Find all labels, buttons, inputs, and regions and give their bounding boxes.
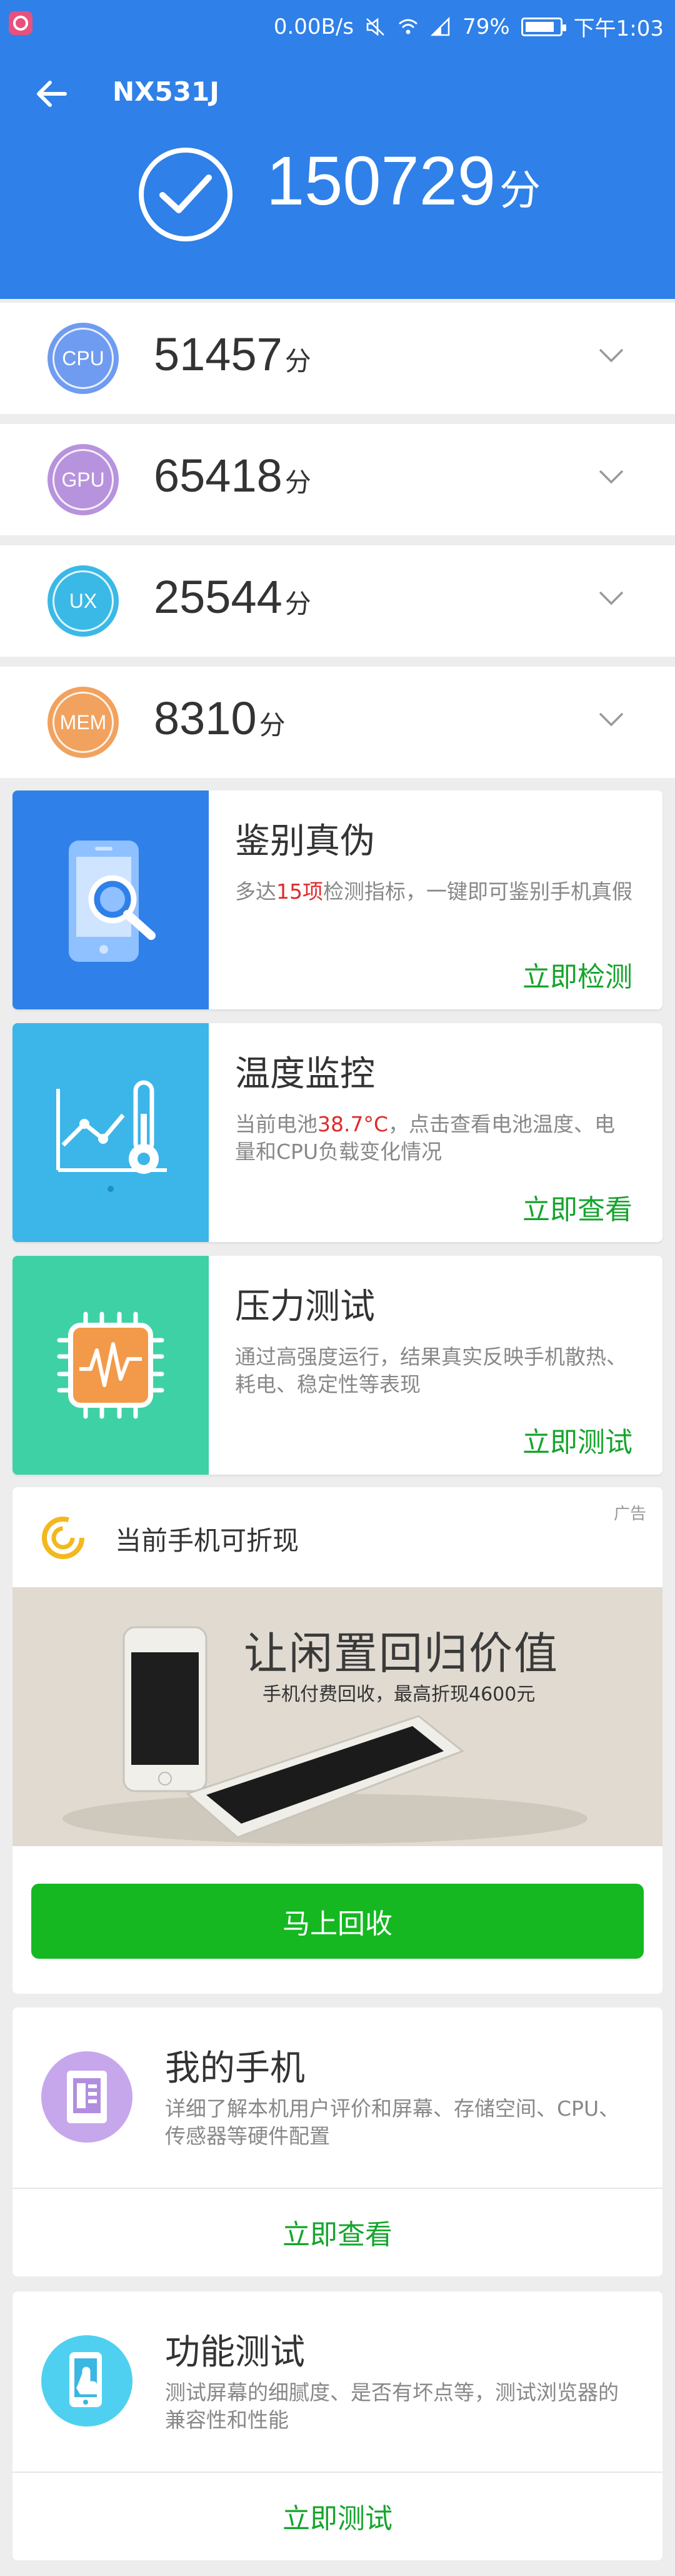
- ux-badge: UX: [48, 565, 119, 637]
- feature-card-stress[interactable]: 压力测试 通过高强度运行，结果真实反映手机散热、耗电、稳定性等表现 立即测试: [12, 1256, 662, 1475]
- back-arrow-icon: [37, 81, 67, 107]
- header: 0.00B/s 79% 下午1:03 NX531J 150729分: [0, 0, 675, 299]
- cpu-badge-label: CPU: [52, 328, 114, 389]
- feature-desc-text: 多达: [235, 879, 276, 904]
- feature-description: 通过高强度运行，结果真实反映手机散热、耗电、稳定性等表现: [235, 1343, 635, 1398]
- ux-score: 25544分: [154, 570, 311, 624]
- total-score-unit: 分: [499, 167, 541, 213]
- total-score: 150729分: [266, 141, 541, 221]
- clock: 下午1:03: [573, 16, 664, 41]
- feature-desc-text: 通过高强度运行，结果真实反映手机散热、耗电、稳定性等表现: [235, 1345, 627, 1397]
- check-circle-icon: [139, 148, 232, 241]
- cpu-score: 51457分: [154, 328, 311, 381]
- status-bar: 0.00B/s 79% 下午1:03: [0, 0, 675, 49]
- test-now-link[interactable]: 立即测试: [522, 1420, 632, 1460]
- info-description: 详细了解本机用户评价和屏幕、存储空间、CPU、传感器等硬件配置: [165, 2096, 620, 2148]
- score-row-cpu[interactable]: CPU 51457分: [0, 303, 675, 414]
- total-score-value: 150729: [266, 143, 496, 220]
- feature-description: 多达15项检测指标，一键即可鉴别手机真假: [235, 878, 635, 906]
- chevron-down-icon[interactable]: [598, 463, 625, 490]
- test-now-button[interactable]: 立即测试: [12, 2472, 662, 2560]
- chevron-down-icon[interactable]: [598, 705, 625, 733]
- ad-card[interactable]: 广告 当前手机可折现 让闲置回归价值 手机付费回收，最高折现4600元 马上回收: [12, 1487, 662, 1994]
- ux-score-unit: 分: [284, 589, 311, 619]
- battery-icon: [521, 17, 566, 36]
- signal-icon: [430, 16, 450, 36]
- ad-subline: 手机付费回收，最高折现4600元: [262, 1684, 536, 1705]
- device-name: NX531J: [112, 76, 219, 107]
- recycle-logo-icon: [42, 1517, 84, 1559]
- feature-card-verify[interactable]: 鉴别真伪 多达15项检测指标，一键即可鉴别手机真假 立即检测: [12, 790, 662, 1009]
- battery-percent: 79%: [462, 14, 510, 39]
- feature-desc-highlight: 15项: [276, 879, 323, 904]
- notification-app-icon: [9, 11, 32, 35]
- score-row-mem[interactable]: MEM 8310分: [0, 667, 675, 778]
- feature-desc-highlight: 38.7°C: [318, 1112, 389, 1136]
- mem-score-value: 8310: [154, 692, 257, 744]
- ad-banner-image[interactable]: 让闲置回归价值 手机付费回收，最高折现4600元: [12, 1587, 662, 1846]
- ux-score-value: 25544: [154, 571, 282, 623]
- info-card-my-phone[interactable]: 我的手机 详细了解本机用户评价和屏幕、存储空间、CPU、传感器等硬件配置 立即查…: [12, 2008, 662, 2276]
- cpu-badge: CPU: [48, 323, 119, 394]
- info-title: 我的手机: [165, 2048, 305, 2089]
- ad-headline: 让闲置回归价值: [244, 1628, 559, 1679]
- wifi-icon: [399, 19, 418, 34]
- ad-title: 当前手机可折现: [115, 1525, 299, 1556]
- status-bar-right: 0.00B/s 79% 下午1:03: [274, 11, 664, 42]
- feature-desc-text: 当前电池: [235, 1112, 318, 1136]
- my-phone-icon: [41, 2051, 132, 2143]
- ad-label: 广告: [613, 1505, 646, 1523]
- feature-desc-text: 检测指标，一键即可鉴别手机真假: [323, 879, 632, 904]
- cpu-score-value: 51457: [154, 328, 282, 380]
- mute-icon: [366, 17, 384, 36]
- gpu-score: 65418分: [154, 449, 311, 502]
- gpu-score-unit: 分: [284, 468, 311, 497]
- mem-score-unit: 分: [259, 710, 286, 740]
- ux-badge-label: UX: [52, 570, 114, 632]
- cpu-score-unit: 分: [284, 346, 311, 376]
- touch-test-icon: [41, 2335, 132, 2427]
- score-row-ux[interactable]: UX 25544分: [0, 545, 675, 657]
- mem-badge-label: MEM: [52, 692, 114, 753]
- feature-title: 温度监控: [235, 1054, 375, 1094]
- detect-now-link[interactable]: 立即检测: [522, 954, 632, 994]
- mem-badge: MEM: [48, 687, 119, 758]
- feature-title: 鉴别真伪: [235, 821, 375, 862]
- chevron-down-icon[interactable]: [598, 584, 625, 612]
- score-row-gpu[interactable]: GPU 65418分: [0, 424, 675, 535]
- recycle-now-button[interactable]: 马上回收: [31, 1884, 644, 1959]
- view-now-link[interactable]: 立即查看: [522, 1187, 632, 1227]
- feature-title: 压力测试: [235, 1286, 375, 1327]
- phone-verify-icon: [12, 790, 209, 1009]
- gpu-badge-label: GPU: [52, 449, 114, 510]
- mem-score: 8310分: [154, 692, 286, 745]
- network-speed: 0.00B/s: [273, 14, 354, 39]
- info-card-function-test[interactable]: 功能测试 测试屏幕的细腻度、是否有坏点等，测试浏览器的兼容性和性能 立即测试: [12, 2291, 662, 2560]
- view-now-button[interactable]: 立即查看: [12, 2188, 662, 2276]
- chevron-down-icon[interactable]: [598, 341, 625, 369]
- feature-card-temperature[interactable]: 温度监控 当前电池38.7°C，点击查看电池温度、电量和CPU负载变化情况 立即…: [12, 1023, 662, 1242]
- gpu-badge: GPU: [48, 444, 119, 515]
- info-description: 测试屏幕的细腻度、是否有坏点等，测试浏览器的兼容性和性能: [165, 2380, 619, 2432]
- info-title: 功能测试: [165, 2332, 305, 2373]
- gpu-score-value: 65418: [154, 450, 282, 502]
- chip-stress-icon: [12, 1256, 209, 1475]
- feature-description: 当前电池38.7°C，点击查看电池温度、电量和CPU负载变化情况: [235, 1111, 635, 1166]
- thermometer-chart-icon: [12, 1023, 209, 1242]
- back-button[interactable]: [31, 74, 71, 114]
